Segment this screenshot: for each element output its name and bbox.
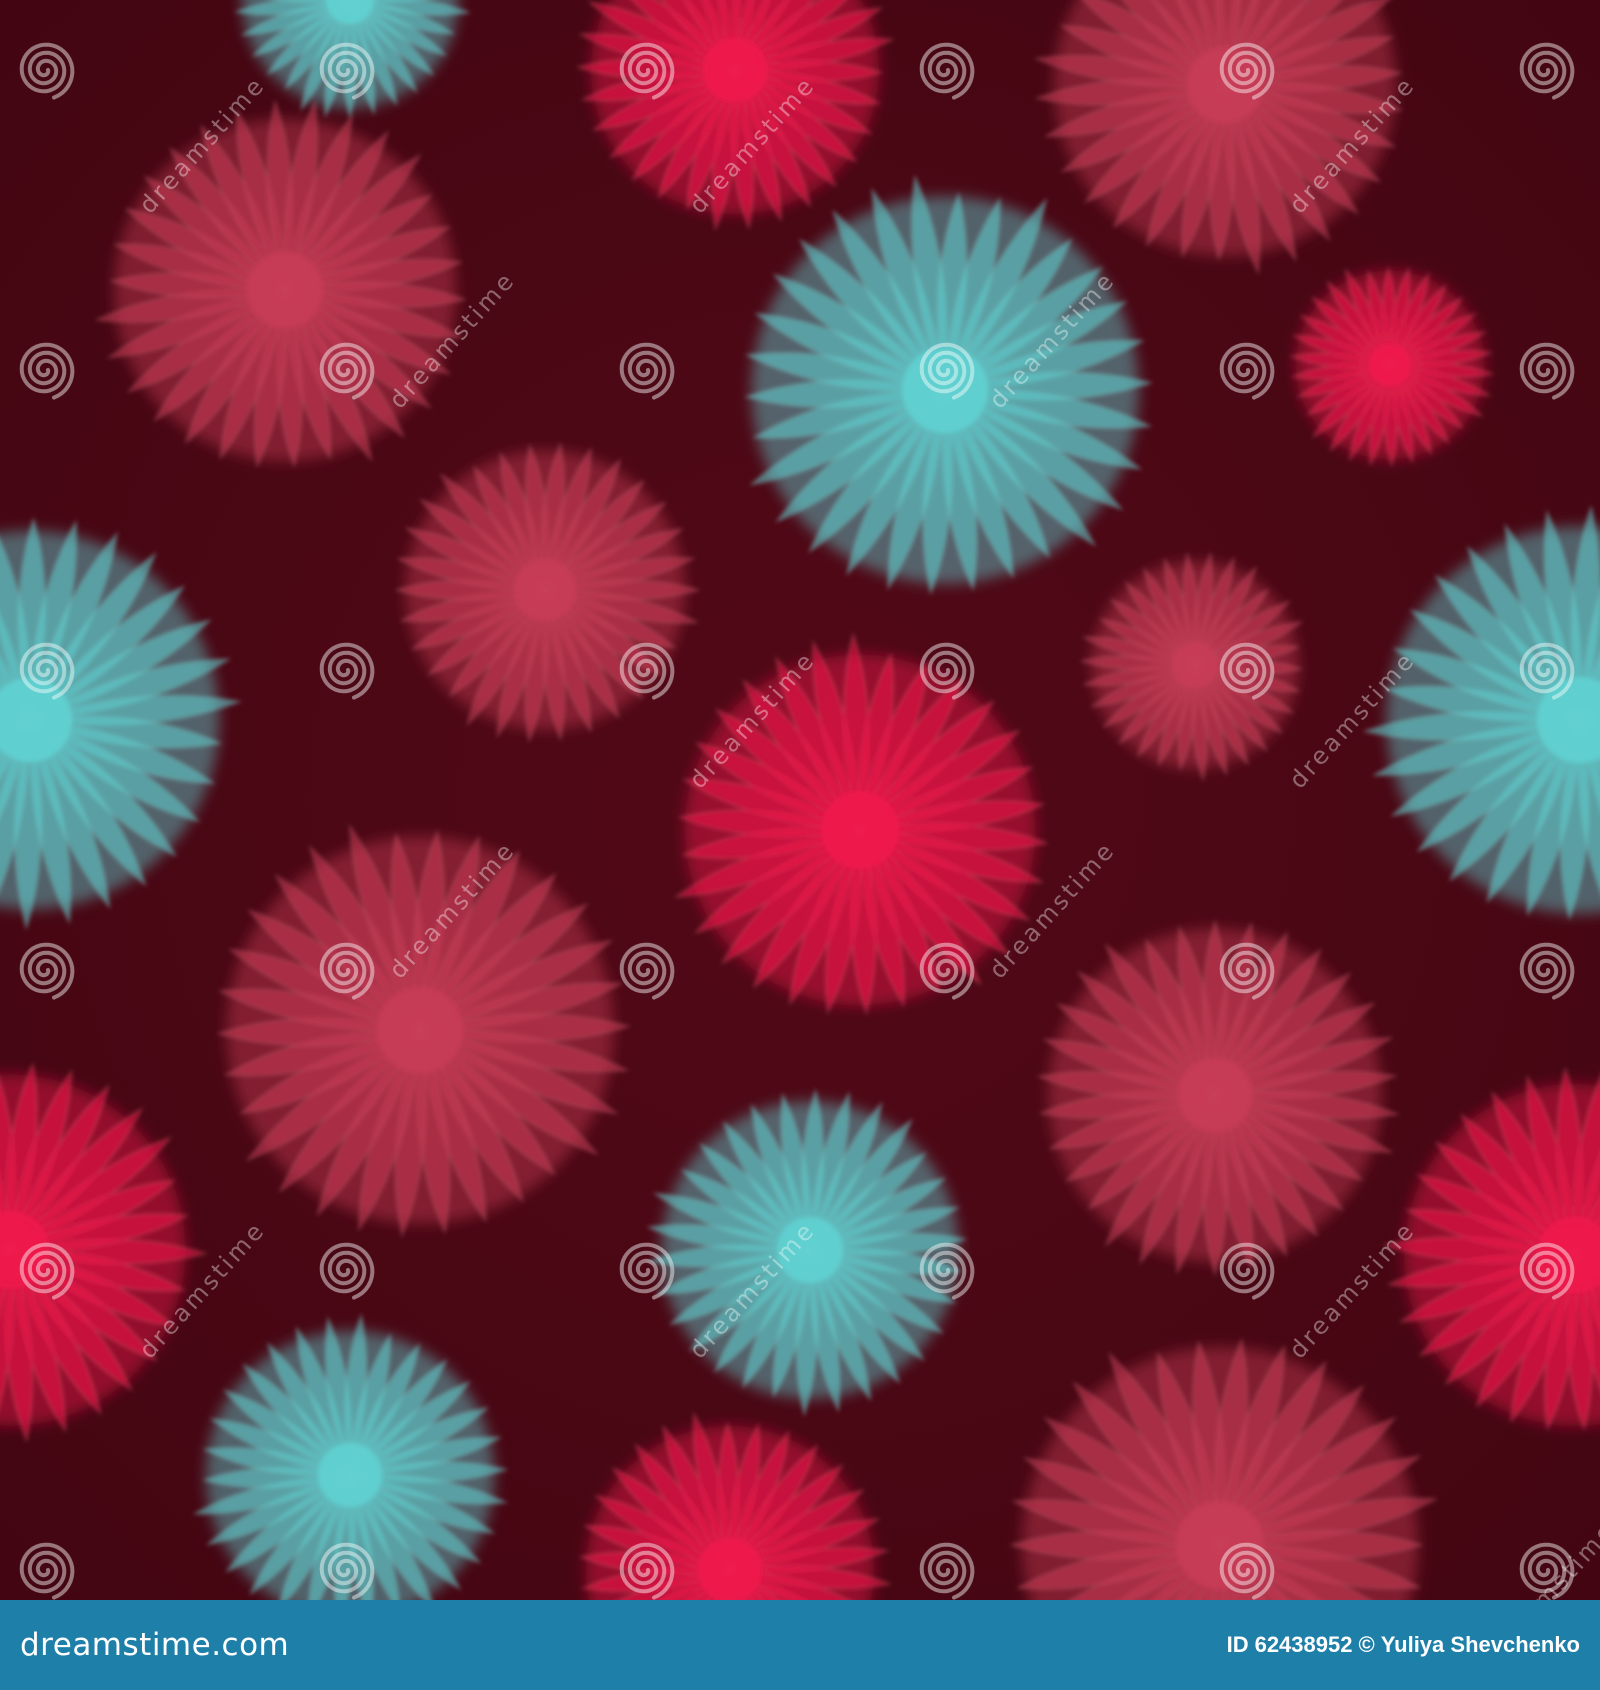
flower-pattern-artwork: dreamstime dreamstime dreamstime dreamstime…	[0, 0, 1600, 1600]
id-label: ID	[1226, 1632, 1249, 1657]
stock-photo-page: dreamstime dreamstime dreamstime dreamstime…	[0, 0, 1600, 1690]
copyright-symbol: ©	[1358, 1632, 1375, 1657]
id-value: 62438952	[1254, 1632, 1353, 1657]
image-credit: ID 62438952 © Yuliya Shevchenko	[1227, 1632, 1580, 1658]
flower-pattern-svg: dreamstimedreamstimedreamstimedreamstime…	[0, 0, 1600, 1600]
author-name: Yuliya Shevchenko	[1380, 1632, 1580, 1657]
site-brand: dreamstime.com	[20, 1627, 290, 1663]
footer-bar: dreamstime.com ID 62438952 © Yuliya Shev…	[0, 1600, 1600, 1690]
